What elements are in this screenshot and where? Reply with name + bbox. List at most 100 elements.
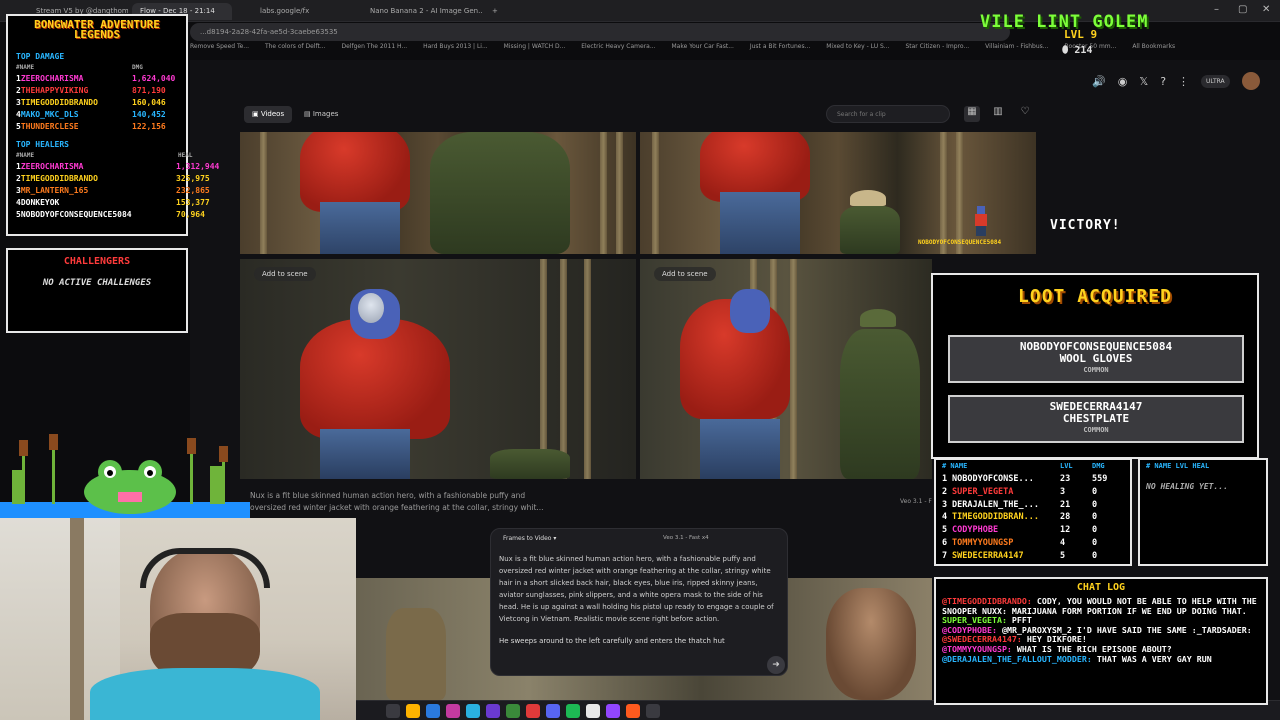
heal-empty: NO HEALING YET... [1146,482,1228,491]
discord-icon[interactable]: ◉ [1118,75,1128,88]
player-value: 232,865 [176,186,210,195]
leaderboard-row: 4MAKO_MKC_DLS [16,110,79,119]
player-value: 325,975 [176,174,210,183]
windows-icon[interactable] [386,703,400,718]
col-name-label: NAME [19,64,35,71]
player-name: TIMEGODDIDBRANDO [20,174,98,183]
table-header: # NAME LVL DMG [942,462,1105,470]
xbox-icon[interactable] [506,703,520,718]
mode-select[interactable]: Frames to Video ▾ [503,535,556,542]
frog-decoration [0,430,250,520]
rank: 6 [942,538,948,548]
new-tab-icon[interactable]: + [484,3,500,20]
browser-tab[interactable]: Nano Banana 2 - AI Image Gen... [362,3,482,20]
video-clip[interactable]: Add to scene [240,259,636,479]
bookmark[interactable]: Delfgen The 2011 H... [342,43,408,50]
col-name-label: NAME [19,152,35,159]
bookmark[interactable]: Mixed to Key - LU S... [826,43,889,50]
tab-videos[interactable]: ▣ Videos [244,106,293,123]
edge-icon[interactable] [426,703,440,718]
volume-icon[interactable]: 🔊 [1092,75,1106,88]
player-value: 1,624,040 [132,74,176,83]
bookmark[interactable]: Electric Heavy Camera... [581,43,655,50]
player-sprite [975,206,987,236]
victory-text: VICTORY! [1050,218,1121,233]
favorite-icon[interactable]: ♡ [1017,106,1033,122]
app-icon[interactable] [526,703,540,718]
loot-item: CHESTPLATE [1062,412,1130,425]
bookmark[interactable]: Villainiam - Fishbus... [985,43,1048,50]
player-name: SWEDECERRA4147 [952,550,1024,561]
spotify-icon[interactable] [566,703,580,718]
rank: 5 [942,525,948,536]
app-icon[interactable] [466,703,480,718]
player-value: 122,156 [132,122,166,131]
loot-card: NOBODYOFCONSEQUENCE5084 WOOL GLOVES COMM… [948,335,1244,383]
player-damage: 0 [1092,538,1098,548]
player-damage: 0 [1092,512,1098,523]
overlay-title: BONGWATER ADVENTURE LEGENDS [34,18,160,41]
model-select[interactable]: Veo 3.1 - Fast x4 [663,535,709,541]
maximize-icon[interactable]: ▢ [1238,4,1247,15]
bookmark[interactable]: The colors of Delft... [265,43,326,50]
challenges-title: CHALLENGERS [63,256,131,267]
battle-damage-table: # NAME LVL DMG 1 NOBODYOFCONSE... 23 559 2 SUPE… [934,458,1132,566]
avatar[interactable] [1241,72,1260,90]
player-level: 28 [1060,512,1071,523]
col-name: #NAME [16,152,35,159]
bookmark[interactable]: Hard Buys 2013 | Li... [423,43,488,50]
player-damage: 0 [1092,499,1098,510]
loot-panel: LOOT ACQUIRED NOBODYOFCONSEQUENCE5084 WO… [931,273,1259,459]
add-to-scene-button[interactable]: Add to scene [654,267,716,281]
prompt-input[interactable]: He sweeps around to the left carefully a… [499,637,769,645]
add-to-scene-button[interactable]: Add to scene [254,267,316,281]
player-name: TIMEGODDIDBRAN... [952,512,1039,523]
table-row: 3 DERAJALEN_THE_... 21 0 [942,500,1097,510]
x-icon[interactable]: 𝕏 [1139,75,1148,88]
bookmark[interactable]: Just a Bit Fortunes... [750,43,810,50]
chrome-icon[interactable] [586,703,600,718]
challenges-panel: CHALLENGERS NO ACTIVE CHALLENGES [6,248,188,333]
address-bar[interactable]: ...d8194-2a28-42fa-ae5d-3caebe63535 [190,23,1010,41]
send-button[interactable]: ➜ [767,656,785,674]
player-value: 871,190 [132,86,166,95]
browser-tab[interactable]: labs.google/fx [252,3,352,20]
discord-icon[interactable] [546,703,560,718]
close-icon[interactable]: ✕ [1262,4,1270,15]
app-icon[interactable] [446,703,460,718]
top-damage-heading: TOP DAMAGE [16,52,65,61]
app-icon[interactable] [646,703,660,718]
leaderboard-panel: BONGWATER ADVENTURE LEGENDS TOP DAMAGE #… [6,14,219,236]
app-icon[interactable] [486,703,500,718]
search-input[interactable]: Search for a clip [826,105,950,123]
app-icon[interactable] [626,703,640,718]
bookmark[interactable]: Missing | WATCH D... [504,43,566,50]
bookmark[interactable]: Make Your Car Fast... [671,43,733,50]
player-value: 153,377 [176,198,210,207]
chat-text: @MR_PAROXYSM_2 I'D HAVE SAID THE SAME :_… [996,624,1252,635]
twitch-icon[interactable] [606,703,620,718]
col-dmg: DMG [132,64,143,71]
all-bookmarks[interactable]: All Bookmarks [1132,43,1175,50]
header-name: # NAME [942,462,968,470]
prompt-text: Nux is a fit blue skinned human action h… [499,555,774,623]
list-view-icon[interactable]: ▥ [990,106,1006,122]
col-heal: HEAL [178,152,193,159]
video-clip[interactable] [240,132,636,254]
file-explorer-icon[interactable] [406,703,420,718]
grid-view-icon[interactable]: ▦ [964,106,980,122]
minimize-icon[interactable]: – [1214,4,1219,15]
bookmark[interactable]: Remove Speed Te... [190,43,249,50]
more-icon[interactable]: ⋮ [1178,75,1189,88]
help-icon[interactable]: ? [1160,75,1166,88]
bookmark[interactable]: Star Citizen - Impro... [905,43,969,50]
chat-text: WHAT IS THE RICH EPISODE ABOUT? [1011,643,1172,654]
chat-user: @CODYPHOBE: [942,624,997,635]
chat-text: HEY DIKFORE! [1021,634,1087,645]
tab-images[interactable]: ▤ Images [296,106,346,123]
monster-xp-value: 214 [1074,45,1093,56]
loot-rarity: COMMON [1083,426,1109,434]
video-clip[interactable]: Add to scene [640,259,932,479]
leaderboard-row: 5NOBODYOFCONSEQUENCE5084 [16,210,132,219]
prompt-panel: Frames to Video ▾ Veo 3.1 - Fast x4 Nux … [490,528,788,676]
